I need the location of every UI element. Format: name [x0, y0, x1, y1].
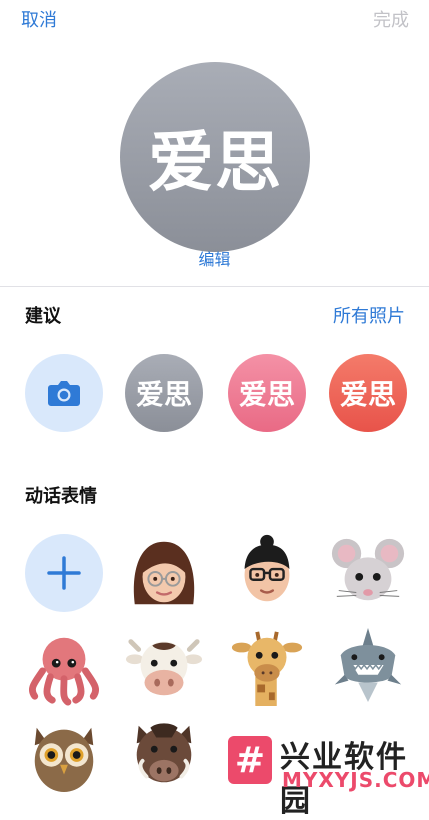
camera-icon	[48, 381, 80, 406]
monogram-text: 爱思	[339, 378, 396, 411]
watermark: # 兴业软件园 MYXYJS.COM	[220, 728, 429, 819]
nav-bar: 取消 完成	[0, 0, 429, 36]
done-button[interactable]: 完成	[373, 6, 409, 32]
memoji-woman-icon[interactable]	[125, 534, 203, 612]
add-memoji-button[interactable]	[25, 534, 103, 612]
monogram-suggestion-red[interactable]: 爱思	[329, 354, 407, 432]
watermark-logo-glyph: #	[234, 739, 266, 781]
monogram-text: 爱思	[135, 378, 192, 411]
edit-button[interactable]: 编辑	[0, 246, 429, 270]
animoji-title: 动话表情	[25, 486, 97, 507]
octopus-icon[interactable]	[25, 628, 103, 706]
cancel-button[interactable]: 取消	[21, 6, 57, 32]
camera-suggestion[interactable]	[25, 354, 103, 432]
monogram-suggestion-gray[interactable]: 爱思	[125, 354, 203, 432]
cow-icon[interactable]	[125, 628, 203, 706]
suggestions-title: 建议	[25, 306, 61, 327]
boar-icon[interactable]	[125, 716, 203, 794]
watermark-logo: #	[228, 736, 272, 784]
monogram-suggestion-pink[interactable]: 爱思	[228, 354, 306, 432]
mouse-icon[interactable]	[329, 534, 407, 612]
monogram-text: 爱思	[238, 378, 295, 411]
watermark-brand-en: MYXYJS.COM	[282, 768, 429, 792]
owl-icon[interactable]	[25, 716, 103, 794]
giraffe-icon[interactable]	[228, 628, 306, 706]
avatar-monogram: 爱思	[148, 124, 282, 201]
divider	[0, 286, 429, 287]
profile-avatar[interactable]: 爱思	[120, 62, 310, 252]
memoji-man-icon[interactable]	[228, 532, 306, 610]
all-photos-link[interactable]: 所有照片	[333, 302, 405, 328]
shark-icon[interactable]	[329, 626, 407, 704]
plus-icon	[47, 556, 81, 590]
